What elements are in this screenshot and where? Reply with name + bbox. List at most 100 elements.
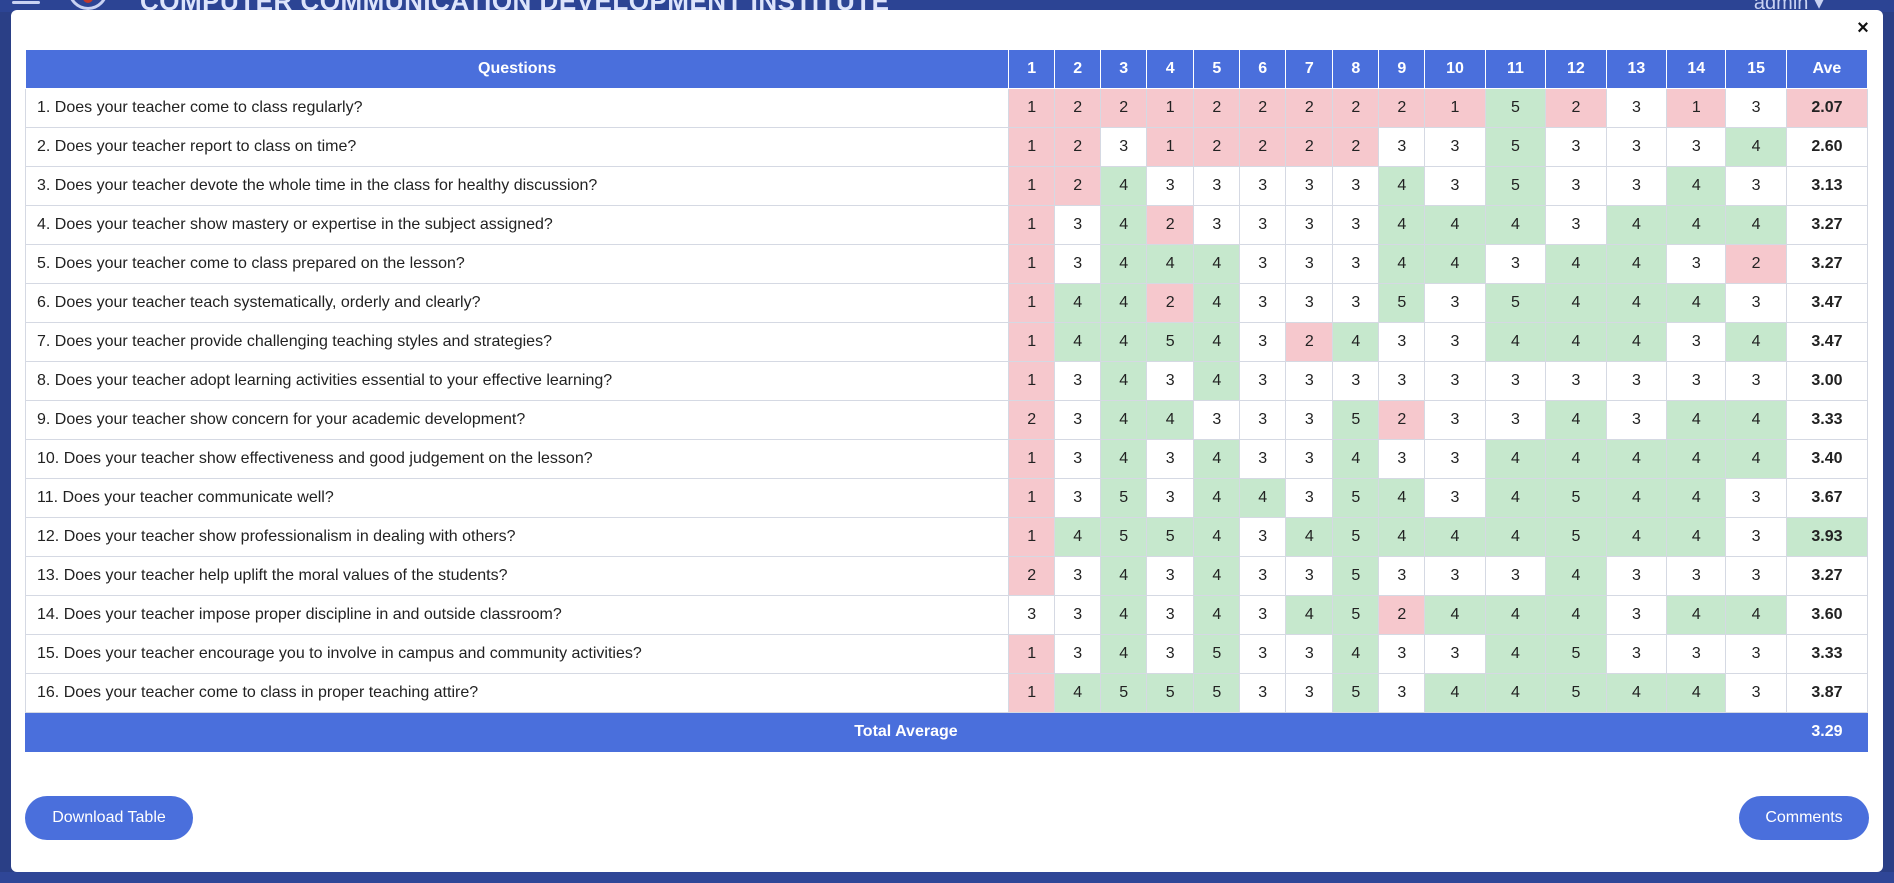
score-cell: 3 — [1484, 556, 1547, 596]
score-cell: 3 — [1424, 361, 1486, 401]
score-cell: 3 — [1239, 400, 1287, 440]
questions-header: Questions — [24, 49, 1010, 89]
score-cell: 4 — [1100, 439, 1148, 479]
score-cell: 2 — [1378, 88, 1426, 128]
score-cell: 5 — [1332, 673, 1380, 713]
score-cell: 4 — [1666, 283, 1727, 323]
score-cell: 3 — [1054, 439, 1102, 479]
menu-icon[interactable] — [12, 0, 40, 6]
question-cell: 10. Does your teacher show effectiveness… — [24, 439, 1010, 479]
score-cell: 4 — [1100, 556, 1148, 596]
average-header: Ave — [1785, 49, 1869, 89]
score-cell: 3 — [1146, 166, 1195, 206]
score-cell: 4 — [1725, 127, 1787, 167]
column-header-8: 8 — [1332, 49, 1380, 89]
column-header-9: 9 — [1378, 49, 1426, 89]
question-cell: 12. Does your teacher show professionali… — [24, 517, 1010, 557]
score-cell: 4 — [1605, 244, 1668, 284]
score-cell: 2 — [1239, 88, 1287, 128]
score-cell: 4 — [1193, 595, 1241, 635]
score-cell: 4 — [1193, 517, 1241, 557]
score-cell: 2 — [1725, 244, 1787, 284]
score-cell: 5 — [1100, 517, 1148, 557]
score-cell: 3 — [1605, 361, 1668, 401]
question-cell: 6. Does your teacher teach systematicall… — [24, 283, 1010, 323]
table-row: 1. Does your teacher come to class regul… — [24, 88, 1869, 128]
score-cell: 5 — [1484, 283, 1547, 323]
total-average-label: Total Average — [25, 712, 1787, 752]
score-cell: 3 — [1378, 361, 1426, 401]
table-row: 14. Does your teacher impose proper disc… — [24, 595, 1869, 635]
score-cell: 3 — [1239, 166, 1287, 206]
table-row: 10. Does your teacher show effectiveness… — [24, 439, 1869, 479]
table-row: 2. Does your teacher report to class on … — [24, 127, 1869, 167]
score-cell: 4 — [1193, 283, 1241, 323]
score-cell: 1 — [1146, 88, 1195, 128]
score-cell: 1 — [1008, 205, 1056, 245]
score-cell: 2 — [1146, 283, 1195, 323]
score-cell: 3 — [1605, 88, 1668, 128]
score-cell: 4 — [1054, 322, 1102, 362]
score-cell: 3 — [1424, 478, 1486, 518]
score-cell: 2 — [1378, 400, 1426, 440]
score-cell: 1 — [1008, 127, 1056, 167]
score-cell: 1 — [1424, 88, 1486, 128]
comments-button[interactable]: Comments — [1739, 796, 1869, 840]
column-header-10: 10 — [1424, 49, 1486, 89]
score-cell: 4 — [1378, 244, 1426, 284]
score-cell: 3 — [1054, 400, 1102, 440]
score-cell: 3 — [1239, 322, 1287, 362]
score-cell: 2 — [1146, 205, 1195, 245]
score-cell: 3 — [1239, 244, 1287, 284]
score-cell: 5 — [1378, 283, 1426, 323]
download-table-button[interactable]: Download Table — [25, 796, 193, 840]
score-cell: 4 — [1332, 439, 1380, 479]
score-cell: 3 — [1239, 361, 1287, 401]
score-cell: 3 — [1725, 478, 1787, 518]
score-cell: 5 — [1332, 400, 1380, 440]
score-cell: 3 — [1285, 673, 1334, 713]
score-cell: 3 — [1725, 283, 1787, 323]
column-header-7: 7 — [1285, 49, 1334, 89]
score-cell: 4 — [1100, 166, 1148, 206]
score-cell: 3 — [1054, 478, 1102, 518]
table-row: 9. Does your teacher show concern for yo… — [24, 400, 1869, 440]
score-cell: 5 — [1545, 517, 1607, 557]
score-cell: 4 — [1054, 517, 1102, 557]
score-cell: 3 — [1285, 400, 1334, 440]
score-cell: 3 — [1193, 400, 1241, 440]
score-cell: 3 — [1378, 634, 1426, 674]
score-cell: 4 — [1666, 400, 1727, 440]
score-cell: 3 — [1666, 634, 1727, 674]
score-cell: 2 — [1193, 88, 1241, 128]
score-cell: 4 — [1725, 322, 1787, 362]
score-cell: 4 — [1378, 517, 1426, 557]
table-body: 1. Does your teacher come to class regul… — [24, 88, 1869, 752]
question-cell: 14. Does your teacher impose proper disc… — [24, 595, 1010, 635]
score-cell: 4 — [1605, 673, 1668, 713]
column-header-2: 2 — [1054, 49, 1102, 89]
score-cell: 3 — [1484, 400, 1547, 440]
score-cell: 4 — [1193, 439, 1241, 479]
score-cell: 3 — [1666, 322, 1727, 362]
score-cell: 4 — [1285, 595, 1334, 635]
score-cell: 4 — [1666, 595, 1727, 635]
score-cell: 5 — [1545, 673, 1607, 713]
score-cell: 4 — [1100, 361, 1148, 401]
score-cell: 5 — [1332, 478, 1380, 518]
score-cell: 1 — [1008, 361, 1056, 401]
table-row: 16. Does your teacher come to class in p… — [24, 673, 1869, 713]
average-cell: 3.40 — [1785, 439, 1869, 479]
score-cell: 3 — [1332, 205, 1380, 245]
score-cell: 3 — [1332, 166, 1380, 206]
score-cell: 1 — [1666, 88, 1727, 128]
score-cell: 3 — [1725, 673, 1787, 713]
page-background — [0, 872, 1894, 883]
score-cell: 3 — [1239, 517, 1287, 557]
score-cell: 3 — [1725, 556, 1787, 596]
column-header-15: 15 — [1725, 49, 1787, 89]
score-cell: 4 — [1424, 244, 1486, 284]
close-icon[interactable]: × — [1853, 18, 1873, 38]
score-cell: 3 — [1054, 361, 1102, 401]
score-cell: 4 — [1605, 439, 1668, 479]
